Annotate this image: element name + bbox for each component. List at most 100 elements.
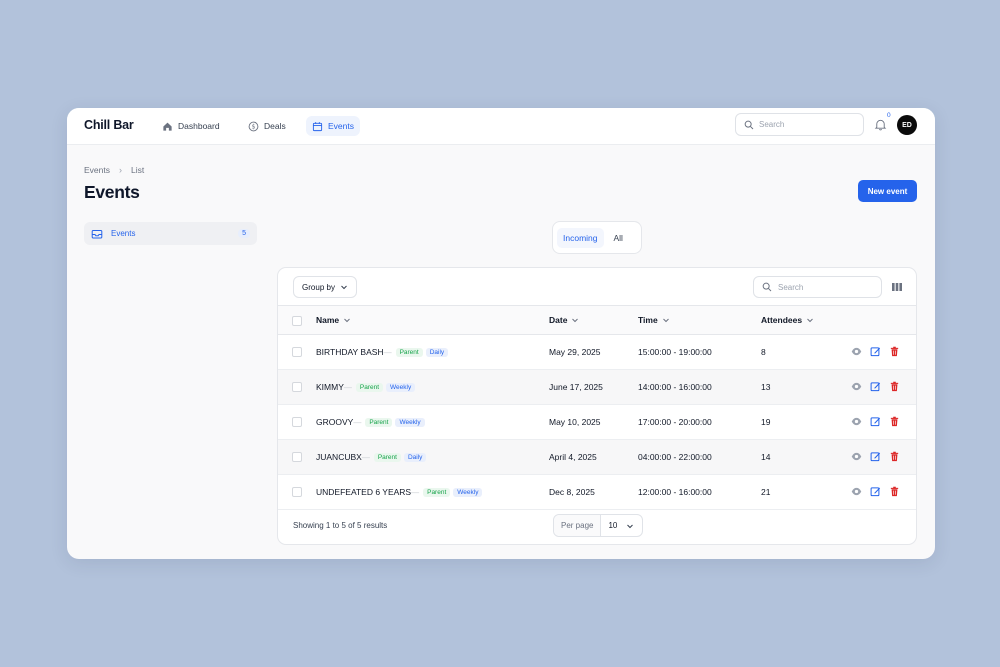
- edit-icon[interactable]: [870, 381, 881, 392]
- nav-events-label: Events: [328, 121, 354, 131]
- app-logo[interactable]: Chill Bar: [84, 118, 134, 132]
- breadcrumb: Events › List: [84, 165, 144, 175]
- view-icon[interactable]: [851, 346, 862, 357]
- view-icon[interactable]: [851, 381, 862, 392]
- row-checkbox[interactable]: [292, 347, 302, 357]
- table-row[interactable]: BIRTHDAY BASH — Parent Daily May 29, 2025 15:…: [278, 335, 916, 370]
- cell-name: JUANCUBX — Parent Daily: [316, 452, 427, 462]
- cell-name: BIRTHDAY BASH — Parent Daily: [316, 347, 449, 357]
- global-search-placeholder: Search: [759, 120, 785, 129]
- chevron-down-icon: [662, 318, 669, 323]
- group-by-button[interactable]: Group by: [293, 276, 357, 298]
- delete-icon[interactable]: [889, 486, 900, 497]
- cell-time: 14:00:00 - 16:00:00: [638, 382, 712, 392]
- delete-icon[interactable]: [889, 416, 900, 427]
- group-by-label: Group by: [302, 282, 335, 292]
- chevron-down-icon: [341, 285, 347, 290]
- tree-connector: —: [353, 417, 362, 427]
- row-actions: [851, 416, 900, 427]
- global-search-input[interactable]: Search: [735, 113, 864, 136]
- view-icon[interactable]: [851, 486, 862, 497]
- nav-events[interactable]: Events: [306, 116, 360, 136]
- row-checkbox[interactable]: [292, 452, 302, 462]
- cell-date: June 17, 2025: [549, 382, 603, 392]
- tab-all[interactable]: All: [608, 228, 629, 248]
- per-page-value-wrap[interactable]: 10: [601, 521, 634, 530]
- parent-badge: Parent: [423, 487, 451, 497]
- tab-incoming[interactable]: Incoming: [557, 227, 604, 248]
- edit-icon[interactable]: [870, 346, 881, 357]
- delete-icon[interactable]: [889, 381, 900, 392]
- per-page-value: 10: [608, 521, 618, 530]
- table-search-input[interactable]: Search: [753, 276, 882, 298]
- per-page-label: Per page: [554, 515, 602, 536]
- svg-text:$: $: [252, 123, 256, 130]
- row-actions: [851, 381, 900, 392]
- column-header-date[interactable]: Date: [549, 315, 579, 325]
- table-row[interactable]: JUANCUBX — Parent Daily April 4, 2025 04:00:0…: [278, 440, 916, 475]
- cell-time: 17:00:00 - 20:00:00: [638, 417, 712, 427]
- new-event-button[interactable]: New event: [858, 180, 917, 202]
- delete-icon[interactable]: [889, 451, 900, 462]
- select-all-checkbox[interactable]: [292, 316, 302, 326]
- column-header-attendees[interactable]: Attendees: [761, 315, 814, 325]
- avatar[interactable]: ED: [897, 115, 917, 135]
- cell-time: 12:00:00 - 16:00:00: [638, 487, 712, 497]
- nav-dashboard-label: Dashboard: [178, 121, 220, 131]
- row-checkbox[interactable]: [292, 487, 302, 497]
- per-page-select[interactable]: Per page 10: [553, 514, 643, 537]
- edit-icon[interactable]: [870, 451, 881, 462]
- table-row[interactable]: KIMMY — Parent Weekly June 17, 2025 14:00:00 …: [278, 370, 916, 405]
- table-search-placeholder: Search: [778, 282, 804, 292]
- sidebar-item-events[interactable]: Events 5: [84, 222, 257, 245]
- event-name: KIMMY: [316, 382, 344, 392]
- event-name: JUANCUBX: [316, 452, 362, 462]
- view-icon[interactable]: [851, 451, 862, 462]
- column-header-attendees-label: Attendees: [761, 315, 803, 325]
- table-header: Name Date Time Attendees: [278, 305, 916, 335]
- app-window: Chill Bar Dashboard $ Deals Events Searc…: [67, 108, 935, 559]
- edit-icon[interactable]: [870, 486, 881, 497]
- cell-date: April 4, 2025: [549, 452, 597, 462]
- home-icon: [163, 122, 172, 131]
- row-checkbox[interactable]: [292, 382, 302, 392]
- nav-deals-label: Deals: [264, 121, 286, 131]
- table-row[interactable]: UNDEFEATED 6 YEARS — Parent Weekly Dec 8, 20…: [278, 475, 916, 510]
- column-header-name[interactable]: Name: [316, 315, 351, 325]
- edit-icon[interactable]: [870, 416, 881, 427]
- row-actions: [851, 451, 900, 462]
- nav-deals[interactable]: $ Deals: [242, 116, 292, 136]
- parent-badge: Parent: [373, 452, 401, 462]
- chevron-down-icon: [572, 318, 579, 323]
- nav-dashboard[interactable]: Dashboard: [156, 116, 226, 136]
- frequency-badge: Weekly: [453, 487, 483, 497]
- top-navbar: Chill Bar Dashboard $ Deals Events Searc…: [67, 108, 935, 145]
- column-header-time-label: Time: [638, 315, 658, 325]
- page-title: Events: [84, 182, 140, 202]
- cell-time: 15:00:00 - 19:00:00: [638, 347, 712, 357]
- event-name: UNDEFEATED 6 YEARS: [316, 487, 412, 497]
- frequency-badge: Daily: [425, 347, 449, 357]
- cell-attendees: 13: [761, 382, 771, 392]
- cell-attendees: 8: [761, 347, 766, 357]
- column-header-time[interactable]: Time: [638, 315, 670, 325]
- tree-connector: —: [361, 452, 370, 462]
- dollar-icon: $: [248, 121, 259, 131]
- breadcrumb-events[interactable]: Events: [84, 165, 110, 175]
- delete-icon[interactable]: [889, 346, 900, 357]
- cell-name: UNDEFEATED 6 YEARS — Parent Weekly: [316, 487, 483, 497]
- columns-icon[interactable]: [891, 281, 903, 293]
- row-checkbox[interactable]: [292, 417, 302, 427]
- row-actions: [851, 486, 900, 497]
- pagination-summary: Showing 1 to 5 of 5 results: [293, 521, 388, 530]
- cell-date: May 10, 2025: [549, 417, 601, 427]
- frequency-badge: Weekly: [395, 417, 425, 427]
- cell-attendees: 14: [761, 452, 771, 462]
- table-row[interactable]: GROOVY — Parent Weekly May 10, 2025 17:00:00 …: [278, 405, 916, 440]
- view-icon[interactable]: [851, 416, 862, 427]
- cell-date: Dec 8, 2025: [549, 487, 595, 497]
- bell-icon[interactable]: [874, 118, 887, 131]
- column-header-date-label: Date: [549, 315, 568, 325]
- cell-attendees: 19: [761, 417, 771, 427]
- search-icon: [744, 120, 754, 129]
